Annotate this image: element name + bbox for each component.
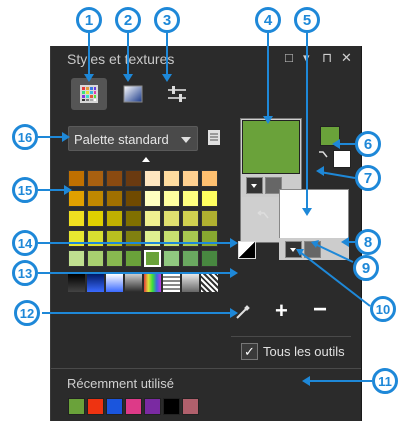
callout-1: 1 (76, 7, 102, 33)
callout-13: 13 (12, 260, 38, 286)
callout-lines (38, 33, 372, 386)
callout-4: 4 (255, 7, 281, 33)
callout-14: 14 (12, 230, 38, 256)
callout-12: 12 (14, 300, 40, 326)
callout-11: 11 (372, 368, 398, 394)
callout-5: 5 (294, 7, 320, 33)
callout-3: 3 (154, 7, 180, 33)
callout-10: 10 (370, 296, 396, 322)
callout-16: 16 (12, 124, 38, 150)
callout-8: 8 (355, 229, 381, 255)
callout-9: 9 (353, 255, 379, 281)
callout-15: 15 (12, 177, 38, 203)
callout-7: 7 (355, 165, 381, 191)
callout-2: 2 (115, 7, 141, 33)
callout-6: 6 (355, 131, 381, 157)
